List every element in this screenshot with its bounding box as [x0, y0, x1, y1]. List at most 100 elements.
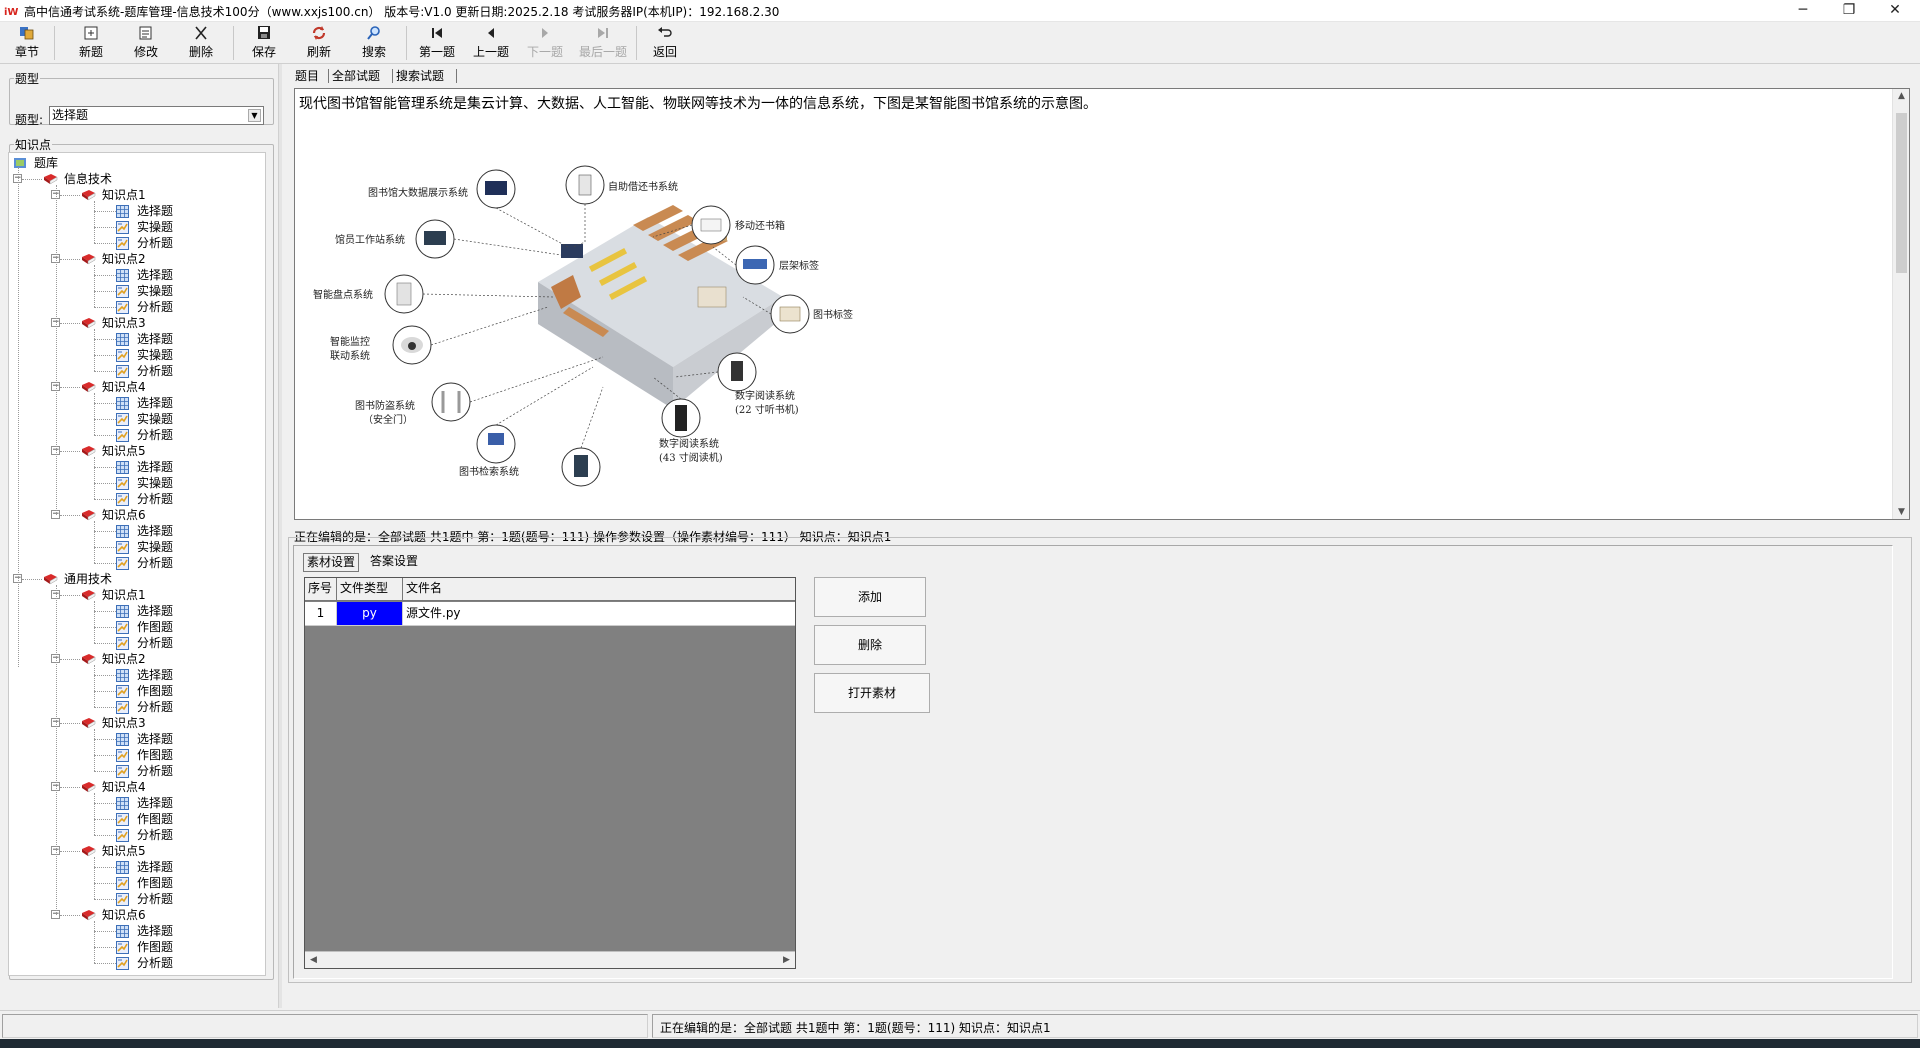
knowledge-tree[interactable]: 题库 − 信息技术 − 知识点1 选择题 实操题 分析题 − 知识点2 选择题 实操题 分析题 − 知识点3…	[8, 152, 266, 976]
row-file-type[interactable]: py	[337, 602, 403, 625]
diagram-label-reader22-1: 数字阅读系统	[735, 389, 795, 402]
last-question-label: 最后一题	[578, 45, 627, 59]
tree-item-2-4-3-label: 分析题	[137, 828, 174, 842]
first-icon	[432, 28, 442, 38]
diagram-label-bigdata: 图书馆大数据展示系统	[368, 186, 468, 199]
tree-item-2-4-2-label: 作图题	[137, 812, 174, 826]
drawing-question-icon	[116, 621, 129, 634]
drawing-question-icon	[116, 813, 129, 826]
choice-question-icon	[116, 669, 129, 682]
first-question-button[interactable]: 第一题	[414, 25, 460, 61]
scroll-down-arrow-icon[interactable]: ▼	[1893, 507, 1909, 517]
scroll-right-arrow-icon[interactable]: ▶	[778, 952, 795, 968]
chapter-icon	[20, 27, 34, 40]
question-content[interactable]: 现代图书馆智能管理系统是集云计算、大数据、人工智能、物联网等技术为一体的信息系统…	[294, 88, 1910, 520]
back-label: 返回	[652, 45, 677, 59]
tree-item-1-1-3-label: 分析题	[137, 236, 174, 250]
question-type-group: 题型 题型: 选择题 ▼	[9, 70, 274, 127]
grid-header-type[interactable]: 文件类型	[337, 578, 403, 601]
tree-item-1-1-2-label: 实操题	[137, 220, 174, 234]
delete-material-button[interactable]: 删除	[814, 625, 926, 665]
last-question-button[interactable]: 最后一题	[576, 25, 630, 61]
database-icon	[14, 158, 26, 168]
minimize-button[interactable]: ─	[1780, 0, 1826, 22]
red-book-icon	[82, 654, 96, 665]
tree-item-2-3-3-label: 分析题	[137, 764, 174, 778]
grid-header-no[interactable]: 序号	[305, 578, 337, 601]
material-grid[interactable]: 序号 文件类型 文件名 1 py 源文件.py ◀ ▶	[304, 577, 796, 969]
tree-item-2-2-2-label: 作图题	[137, 684, 174, 698]
delete-button[interactable]: 删除	[180, 25, 222, 61]
edit-label: 修改	[133, 45, 158, 59]
tree-item-1-3-2-label: 实操题	[137, 348, 174, 362]
analysis-question-icon	[116, 365, 129, 378]
diagram-label-selfreturn: 自助借还书系统	[608, 180, 678, 193]
tree-item-1-3-1-label: 选择题	[137, 332, 174, 346]
tree-item-1-6-1-label: 选择题	[137, 524, 174, 538]
search-button[interactable]: 搜索	[353, 25, 395, 61]
row-file-name[interactable]: 源文件.py	[403, 602, 795, 625]
restore-button[interactable]: ❐	[1826, 0, 1872, 22]
chevron-down-icon[interactable]: ▼	[248, 109, 261, 122]
close-button[interactable]: ✕	[1872, 0, 1918, 22]
red-book-icon	[82, 318, 96, 329]
tree-category-1-label: 信息技术	[64, 172, 113, 186]
tree-item-2-6-1-label: 选择题	[137, 924, 174, 938]
tree-category-2-label: 通用技术	[64, 572, 113, 586]
tree-item-1-1-1-label: 选择题	[137, 204, 174, 218]
red-book-icon	[82, 510, 96, 521]
diagram-label-staff: 馆员工作站系统	[335, 233, 405, 246]
open-material-button[interactable]: 打开素材	[814, 673, 930, 713]
edit-icon	[139, 26, 152, 40]
chapter-button[interactable]: 章节	[6, 25, 48, 61]
refresh-button[interactable]: 刷新	[298, 25, 340, 61]
tree-item-2-6-2-label: 作图题	[137, 940, 174, 954]
table-row[interactable]: 1 py 源文件.py	[305, 602, 795, 626]
tree-item-1-5-1-label: 选择题	[137, 460, 174, 474]
practical-question-icon	[116, 413, 129, 426]
tree-item-2-3-1-label: 选择题	[137, 732, 174, 746]
analysis-question-icon	[116, 829, 129, 842]
tree-item-1-4-1-label: 选择题	[137, 396, 174, 410]
add-button[interactable]: 添加	[814, 577, 926, 617]
tab-question[interactable]: 题目	[295, 68, 319, 86]
question-text: 现代图书馆智能管理系统是集云计算、大数据、人工智能、物联网等技术为一体的信息系统…	[299, 96, 1097, 112]
grid-header-filename[interactable]: 文件名	[403, 578, 795, 601]
prev-question-button[interactable]: 上一题	[468, 25, 514, 61]
diagram-label-search: 图书检索系统	[459, 465, 519, 478]
analysis-question-icon	[116, 557, 129, 570]
prev-question-label: 上一题	[472, 45, 509, 59]
question-type-group-title: 题型	[15, 72, 40, 86]
tab-all-questions[interactable]: 全部试题	[332, 68, 380, 86]
new-question-button[interactable]: 新题	[70, 25, 112, 61]
save-button[interactable]: 保存	[243, 25, 285, 61]
tab-material-settings[interactable]: 素材设置	[303, 553, 360, 572]
scroll-up-arrow-icon[interactable]: ▲	[1893, 91, 1909, 101]
tree-point-2-4-label: 知识点4	[102, 780, 146, 794]
window-title: 高中信通考试系统-题库管理-信息技术100分（www.xxjs100.cn） 版…	[24, 5, 780, 19]
delete-icon	[195, 26, 207, 40]
red-book-icon	[82, 190, 96, 201]
tab-answer-settings[interactable]: 答案设置	[367, 553, 421, 572]
grid-horizontal-scrollbar[interactable]: ◀ ▶	[305, 951, 795, 968]
choice-question-icon	[116, 461, 129, 474]
drawing-question-icon	[116, 685, 129, 698]
row-no: 1	[305, 602, 337, 625]
red-book-icon	[82, 590, 96, 601]
grid-header: 序号 文件类型 文件名	[305, 578, 795, 601]
splitter[interactable]	[278, 64, 282, 1008]
tab-search-questions[interactable]: 搜索试题	[396, 68, 444, 86]
practical-question-icon	[116, 541, 129, 554]
question-type-select[interactable]: 选择题 ▼	[49, 106, 264, 125]
red-book-icon	[44, 174, 58, 185]
edit-button[interactable]: 修改	[125, 25, 167, 61]
scroll-left-arrow-icon[interactable]: ◀	[305, 952, 322, 968]
back-button[interactable]: 返回	[644, 25, 686, 61]
next-question-button[interactable]: 下一题	[522, 25, 568, 61]
red-book-icon	[82, 254, 96, 265]
first-question-label: 第一题	[418, 45, 455, 59]
question-scrollbar[interactable]: ▲ ▼	[1892, 89, 1909, 519]
scroll-thumb[interactable]	[1896, 113, 1907, 273]
back-icon	[658, 27, 672, 37]
tree-item-1-2-2-label: 实操题	[137, 284, 174, 298]
